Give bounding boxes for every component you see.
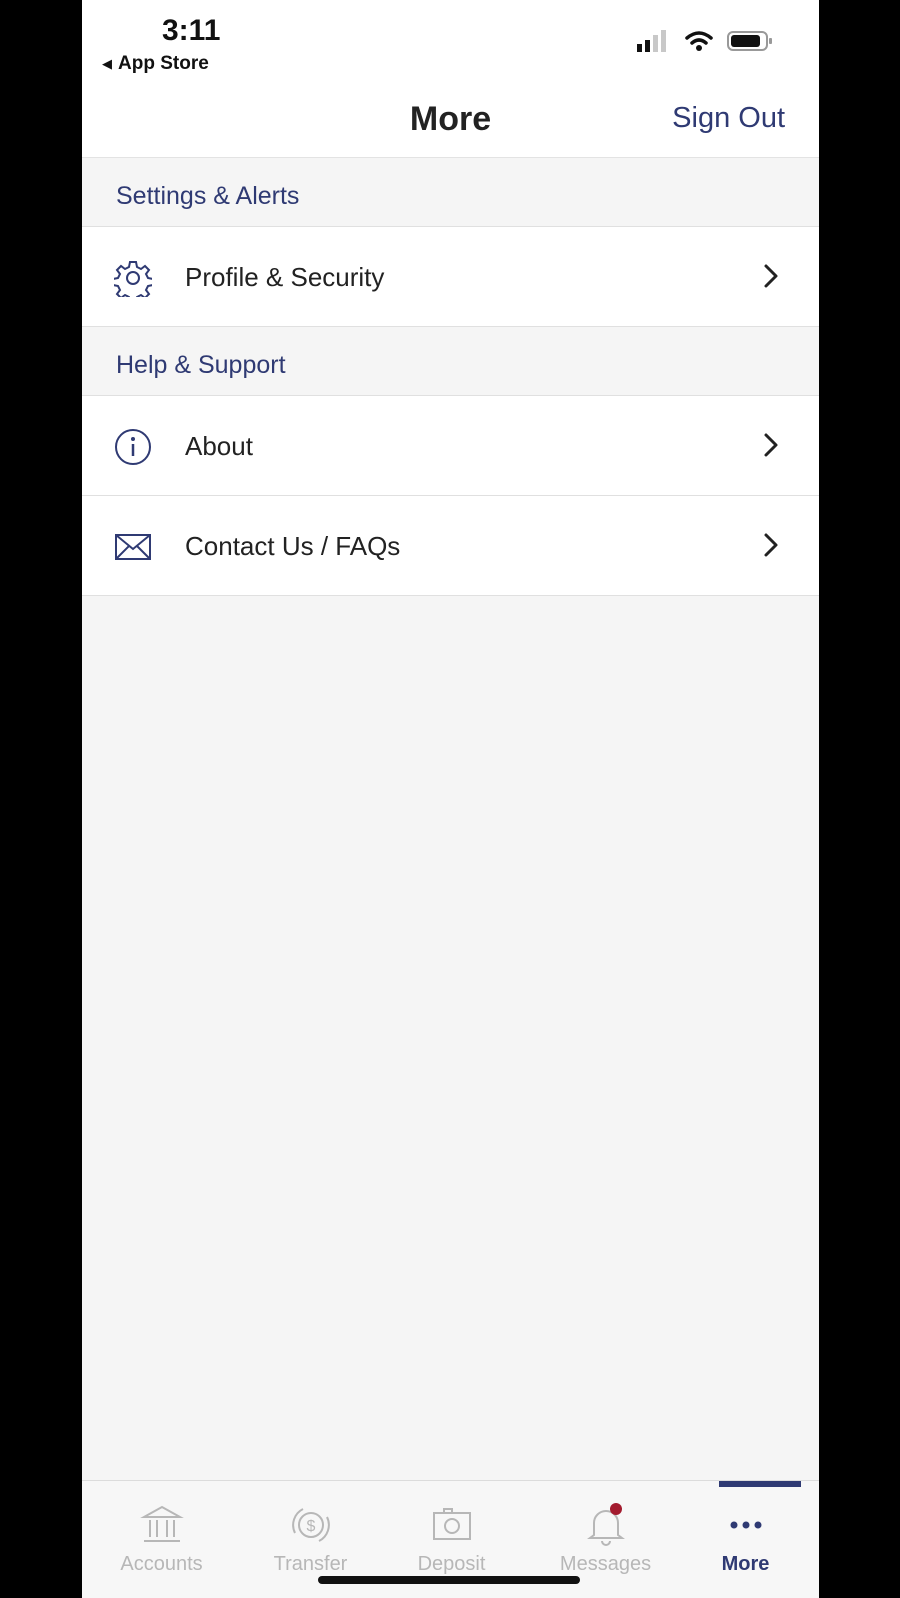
- wifi-icon: [685, 31, 713, 51]
- camera-icon: [432, 1508, 471, 1540]
- back-to-app-link[interactable]: ◀ App Store: [102, 53, 209, 75]
- back-triangle-icon: ◀: [102, 56, 112, 71]
- tab-label: Deposit: [417, 1553, 486, 1575]
- tab-label: Accounts: [120, 1553, 203, 1575]
- menu-item-label: About: [185, 431, 253, 461]
- menu-item-about[interactable]: About: [82, 396, 819, 496]
- envelope-icon: [115, 534, 151, 560]
- notification-badge: [609, 1503, 622, 1515]
- phone-screen: 3:11 ◀ App Store More Sign Out Settings …: [82, 0, 819, 1598]
- svg-text:$: $: [306, 1518, 315, 1535]
- home-indicator[interactable]: [318, 1576, 580, 1584]
- menu-item-profile-security[interactable]: Profile & Security: [82, 227, 819, 327]
- tab-more[interactable]: More: [672, 1481, 819, 1598]
- info-icon: [115, 429, 151, 465]
- status-time: 3:11: [162, 14, 221, 47]
- dollar-transfer-icon: $: [291, 1508, 330, 1542]
- tab-label: Messages: [559, 1553, 652, 1575]
- chevron-right-icon: [764, 433, 778, 457]
- battery-icon: [727, 31, 772, 51]
- menu-item-label: Profile & Security: [185, 262, 385, 292]
- tab-label: Transfer: [273, 1553, 348, 1575]
- menu-item-contact-faqs[interactable]: Contact Us / FAQs: [82, 496, 819, 596]
- more-dots-icon: [730, 1521, 761, 1529]
- status-icons: [637, 30, 773, 52]
- gear-icon: [114, 261, 152, 297]
- section-header-label: Settings & Alerts: [116, 182, 300, 210]
- bank-icon: [139, 1505, 184, 1542]
- cellular-signal-icon: [637, 30, 666, 52]
- tab-accounts[interactable]: Accounts: [88, 1481, 235, 1598]
- sign-out-button[interactable]: Sign Out: [672, 102, 785, 135]
- chevron-right-icon: [764, 264, 778, 288]
- tab-label: More: [721, 1553, 770, 1575]
- menu-item-label: Contact Us / FAQs: [185, 531, 401, 561]
- section-header-label: Help & Support: [116, 351, 286, 379]
- navigation-bar: More Sign Out: [82, 80, 819, 158]
- chevron-right-icon: [764, 533, 778, 557]
- bell-icon: [586, 1503, 625, 1546]
- back-app-label: App Store: [118, 53, 209, 74]
- section-header-settings: Settings & Alerts: [82, 158, 819, 227]
- status-bar: 3:11 ◀ App Store: [82, 0, 819, 80]
- section-header-help: Help & Support: [82, 327, 819, 396]
